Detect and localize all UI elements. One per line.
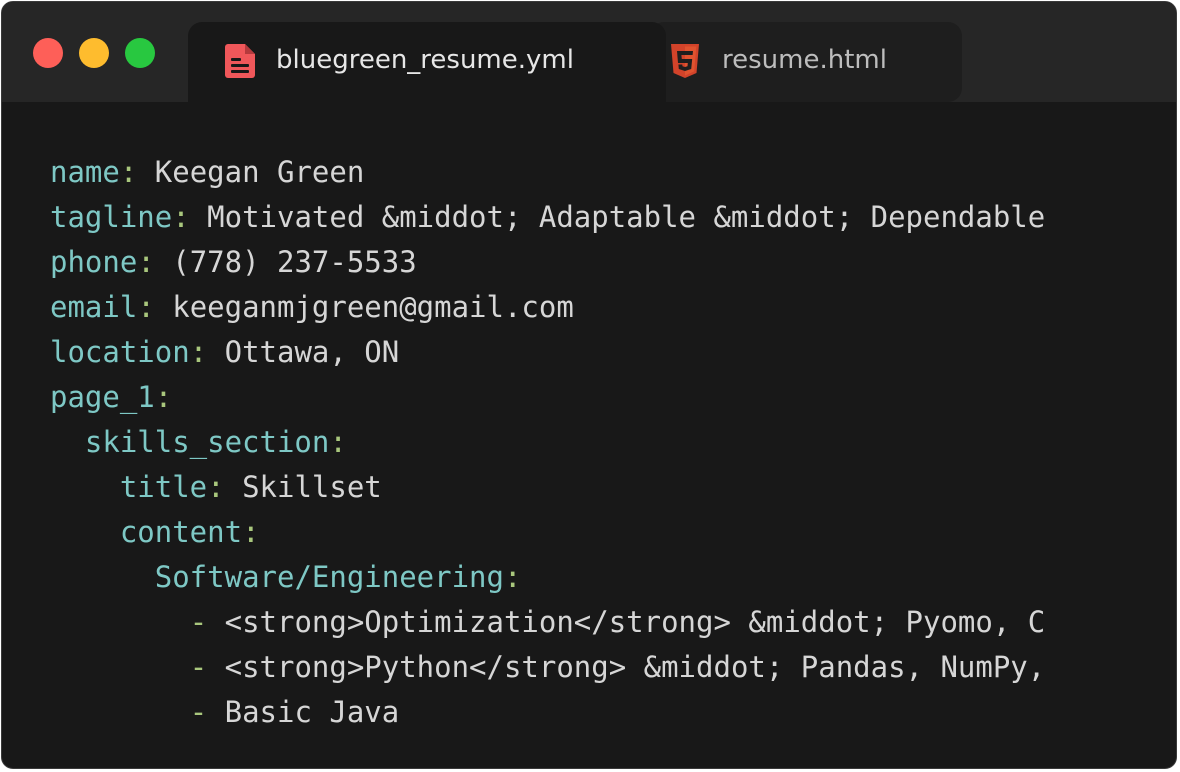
yaml-colon: :	[329, 425, 347, 459]
yaml-colon: :	[154, 380, 173, 414]
yaml-value: Skillset	[224, 470, 382, 504]
code-line: name: Keegan Green	[50, 150, 1140, 195]
yaml-value: Basic Java	[207, 695, 400, 729]
yaml-colon: :	[242, 515, 260, 549]
code-line: content:	[50, 510, 1140, 555]
yaml-value: (778) 237-5533	[154, 245, 417, 279]
yaml-key: page_1	[50, 380, 155, 414]
yaml-key: Software/Engineering	[154, 560, 504, 594]
yaml-value: Motivated &middot; Adaptable &middot; De…	[189, 200, 1046, 234]
yaml-key: location	[50, 335, 190, 369]
tab-bluegreen-resume-yml[interactable]: bluegreen_resume.yml	[188, 22, 666, 102]
yaml-key: name	[50, 155, 120, 189]
code-line: skills_section:	[50, 420, 1140, 465]
code-line: tagline: Motivated &middot; Adaptable &m…	[50, 195, 1140, 240]
code-line: phone: (778) 237-5533	[50, 240, 1140, 285]
minimize-window-button[interactable]	[79, 38, 109, 68]
yaml-list-dash: -	[189, 605, 208, 639]
yaml-colon: :	[119, 155, 138, 189]
yaml-colon: :	[207, 470, 225, 504]
yaml-colon: :	[172, 200, 190, 234]
yaml-colon: :	[137, 290, 155, 324]
code-line: - Basic Java	[50, 690, 1140, 735]
code-line: location: Ottawa, ON	[50, 330, 1140, 375]
code-line: page_1:	[50, 375, 1140, 420]
yaml-colon: :	[137, 245, 155, 279]
close-window-button[interactable]	[33, 38, 63, 68]
yaml-value: Keegan Green	[137, 155, 365, 189]
yaml-list-dash: -	[189, 695, 208, 729]
tab-label: resume.html	[722, 45, 887, 75]
yaml-key: phone	[50, 245, 138, 279]
title-bar: bluegreen_resume.yml resume.html	[2, 2, 1176, 102]
yaml-value: Ottawa, ON	[207, 335, 400, 369]
html5-icon	[671, 44, 699, 78]
code-line: email: keeganmjgreen@gmail.com	[50, 285, 1140, 330]
yaml-value: <strong>Optimization</strong> &middot; P…	[207, 605, 1046, 639]
yaml-key: email	[50, 290, 138, 324]
yaml-colon: :	[189, 335, 208, 369]
code-line: Software/Engineering:	[50, 555, 1140, 600]
yaml-key: skills_section	[84, 425, 330, 459]
yaml-colon: :	[503, 560, 522, 594]
tab-resume-html[interactable]: resume.html	[650, 22, 962, 102]
yaml-value: <strong>Python</strong> &middot; Pandas,…	[207, 650, 1046, 684]
tab-label: bluegreen_resume.yml	[276, 45, 574, 75]
yaml-file-icon	[225, 44, 255, 78]
code-line: - <strong>Python</strong> &middot; Panda…	[50, 645, 1140, 690]
editor-window: bluegreen_resume.yml resume.html name: K…	[1, 1, 1177, 769]
yaml-value: keeganmjgreen@gmail.com	[154, 290, 574, 324]
yaml-key: title	[119, 470, 208, 504]
code-editor[interactable]: name: Keegan Green tagline: Motivated &mi…	[50, 150, 1140, 735]
yaml-key: content	[119, 515, 243, 549]
code-line: title: Skillset	[50, 465, 1140, 510]
yaml-key: tagline	[50, 200, 173, 234]
yaml-list-dash: -	[189, 650, 208, 684]
maximize-window-button[interactable]	[125, 38, 155, 68]
code-line: - <strong>Optimization</strong> &middot;…	[50, 600, 1140, 645]
